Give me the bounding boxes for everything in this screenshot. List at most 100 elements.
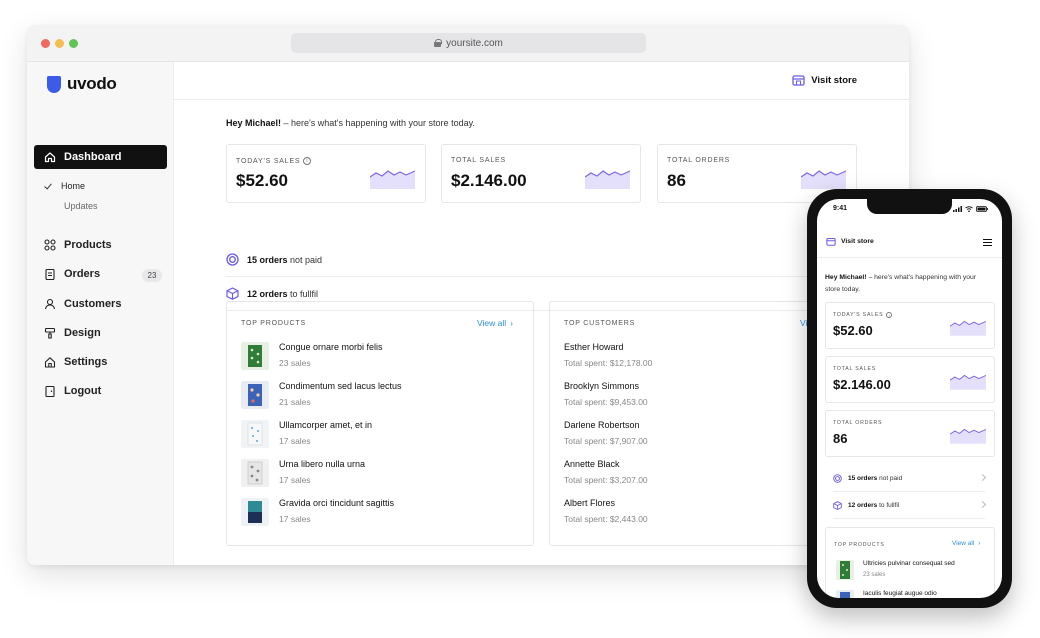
mobile-stat-total-orders: TOTAL ORDERS 86: [825, 410, 995, 457]
product-row[interactable]: Urna libero nulla urna 17 sales: [241, 459, 365, 487]
stat-label: TODAY'S SALES i: [833, 312, 893, 318]
mobile-unpaid-orders-row[interactable]: 15 orders not paid: [833, 465, 987, 492]
view-all-products-link[interactable]: View all ›: [952, 540, 980, 547]
product-thumbnail: [836, 560, 854, 580]
stat-value: $2.146.00: [833, 377, 891, 392]
uvodo-logo-icon: [47, 75, 61, 93]
panel-title: TOP PRODUCTS: [241, 320, 306, 327]
product-name: Ultricies pulvinar consequat sed: [863, 560, 955, 567]
mobile-unfulfilled-orders-row[interactable]: 12 orders to fullfil: [833, 492, 987, 519]
checkmark-icon: [44, 182, 53, 191]
box-icon: [833, 500, 842, 510]
target-icon: [226, 253, 239, 266]
visit-store-label: Visit store: [811, 74, 857, 86]
product-sales: 23 sales: [279, 358, 311, 368]
customer-spent: Total spent: $9,453.00: [564, 397, 648, 407]
info-icon[interactable]: i: [886, 312, 893, 318]
chevron-right-icon: [978, 473, 987, 482]
product-sales: 17 sales: [279, 475, 311, 485]
sidebar-subitem-updates[interactable]: Updates: [64, 201, 98, 211]
url-text: yoursite.com: [446, 37, 503, 49]
product-name: Urna libero nulla urna: [279, 459, 366, 469]
product-row[interactable]: Congue ornare morbi felis 23 sales: [241, 342, 383, 370]
top-customers-panel: TOP CUSTOMERS Vi Esther Howard Total spen…: [549, 301, 849, 546]
product-sales: 17 sales: [279, 436, 311, 446]
stat-value: $52.60: [236, 171, 288, 190]
sidebar-item-label: Products: [64, 239, 112, 251]
stat-label-text: TODAY'S SALES: [833, 312, 884, 318]
sidebar-item-logout[interactable]: Logout: [44, 385, 101, 397]
box-icon: [226, 287, 239, 300]
stat-label-text: TODAY'S SALES: [236, 157, 301, 165]
stat-value: 86: [833, 431, 848, 446]
logout-icon: [45, 385, 55, 397]
sparkline-chart: [950, 374, 986, 390]
customer-name: Esther Howard: [564, 342, 624, 352]
customer-name: Annette Black: [564, 459, 620, 469]
logo[interactable]: uvodo: [47, 74, 117, 94]
product-name: Gravida orci tincidunt sagittis: [279, 498, 395, 508]
greeting-text: – here's what's happening with your stor…: [281, 118, 475, 128]
sidebar-item-design[interactable]: Design: [44, 327, 101, 339]
view-all-label: View all: [952, 540, 975, 547]
mobile-greeting: Hey Michael! – here's what's happening w…: [825, 272, 993, 296]
sidebar-item-customers[interactable]: Customers: [44, 298, 121, 310]
sparkline-chart: [370, 170, 415, 189]
phone-notch: [867, 199, 952, 214]
mobile-stat-total-sales: TOTAL SALES $2.146.00: [825, 356, 995, 403]
maximize-window-button[interactable]: [69, 39, 78, 48]
sidebar-item-settings[interactable]: Settings: [44, 356, 107, 368]
product-sales: 17 sales: [279, 514, 311, 524]
browser-chrome: yoursite.com: [27, 25, 909, 62]
minimize-window-button[interactable]: [55, 39, 64, 48]
customer-row[interactable]: Brooklyn Simmons Total spent: $9,453.00: [564, 381, 648, 407]
customer-row[interactable]: Annette Black Total spent: $3,207.00: [564, 459, 648, 485]
sidebar-item-label: Logout: [64, 385, 102, 397]
greeting: Hey Michael! – here's what's happening w…: [226, 118, 475, 128]
product-thumbnail: [836, 590, 854, 598]
mobile-top-products-panel: TOP PRODUCTS View all › Ultricies pulvina…: [825, 527, 995, 598]
info-icon[interactable]: i: [303, 157, 312, 165]
customer-name: Brooklyn Simmons: [564, 381, 640, 391]
view-all-products-link[interactable]: View all ›: [477, 318, 513, 328]
alert-text: not paid: [287, 254, 323, 265]
sparkline-chart: [801, 170, 846, 189]
menu-icon[interactable]: [983, 239, 992, 246]
stat-label: TODAY'S SALES i: [236, 157, 312, 165]
top-bar: Visit store: [174, 62, 909, 100]
sidebar-item-label: Settings: [64, 356, 108, 368]
customer-spent: Total spent: $7,907.00: [564, 436, 648, 446]
address-bar[interactable]: yoursite.com: [291, 33, 646, 53]
sidebar-item-label: Design: [64, 327, 101, 339]
product-row[interactable]: Ullamcorper amet, et in 17 sales: [241, 420, 372, 448]
close-window-button[interactable]: [41, 39, 50, 48]
sidebar-item-label: Customers: [64, 298, 122, 310]
sidebar-subitem-home[interactable]: Home: [44, 181, 85, 191]
stat-label: TOTAL SALES: [451, 157, 506, 164]
product-thumbnail: [241, 381, 269, 409]
customer-row[interactable]: Darlene Robertson Total spent: $7,907.00: [564, 420, 648, 446]
mobile-visit-store-button[interactable]: Visit store: [826, 237, 874, 246]
logo-text: uvodo: [67, 74, 117, 93]
product-row[interactable]: Gravida orci tincidunt sagittis 17 sales: [241, 498, 394, 526]
visit-store-button[interactable]: Visit store: [792, 74, 857, 86]
product-thumbnail: [241, 420, 269, 448]
alert-text: to fullfil: [877, 501, 900, 509]
view-all-label: View all: [477, 318, 507, 328]
product-name: Iaculis feugiat augue odio: [863, 590, 937, 597]
stat-value: $52.60: [833, 323, 873, 338]
orders-count-badge: 23: [142, 269, 162, 282]
sidebar-item-dashboard[interactable]: Dashboard: [34, 145, 167, 169]
sidebar-item-products[interactable]: Products: [44, 239, 112, 251]
alert-text: not paid: [877, 474, 903, 482]
product-row[interactable]: Condimentum sed lacus lectus 21 sales: [241, 381, 402, 409]
customer-row[interactable]: Albert Flores Total spent: $2,443.00: [564, 498, 648, 524]
stat-value: 86: [667, 171, 686, 190]
mobile-top-bar: Visit store: [817, 226, 1002, 258]
battery-icon: [976, 206, 988, 212]
customer-row[interactable]: Esther Howard Total spent: $12,178.00: [564, 342, 652, 368]
top-products-panel: TOP PRODUCTS View all › Congue ornare mor…: [226, 301, 534, 546]
product-row[interactable]: Iaculis feugiat augue odio: [836, 590, 937, 598]
sidebar-item-orders[interactable]: Orders: [44, 268, 100, 280]
product-row[interactable]: Ultricies pulvinar consequat sed 23 sales: [836, 560, 955, 580]
